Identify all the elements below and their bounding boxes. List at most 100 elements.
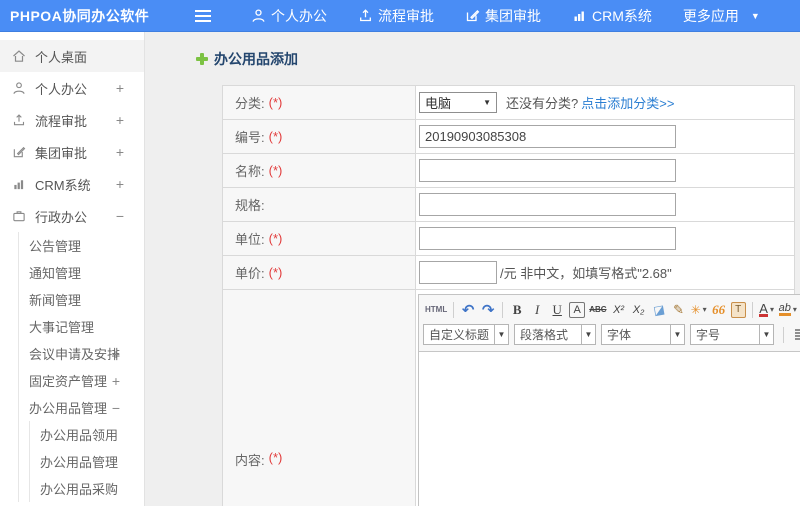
paragraph-format-dropdown[interactable]: 段落格式 ▼	[514, 324, 596, 345]
paste-table-button[interactable]: T	[730, 301, 746, 318]
content-label: 内容: (*)	[223, 290, 416, 506]
toolbar-separator	[751, 301, 753, 318]
font-border-button[interactable]: A	[569, 301, 586, 318]
sidebar-item-notice-mgmt[interactable]: 通知管理	[19, 259, 144, 286]
topnav-personal-office[interactable]: 个人办公	[245, 0, 333, 32]
topnav-more-apps[interactable]: 更多应用 ▼	[677, 0, 766, 32]
category-select[interactable]: 电脑 ▼	[419, 92, 497, 113]
superscript-button[interactable]: X²	[609, 300, 629, 320]
user-icon	[252, 9, 265, 22]
edit-square-icon	[466, 9, 480, 22]
hamburger-menu-icon[interactable]	[195, 14, 211, 17]
spec-label: 规格:	[223, 188, 416, 221]
topnav-label: 集团审批	[485, 7, 541, 24]
app-logo: PHPOA协同办公软件	[10, 7, 150, 24]
form-row-spec: 规格:	[223, 188, 794, 222]
topnav-label: 更多应用	[682, 7, 739, 24]
sidebar-item-supplies-manage[interactable]: 办公用品管理	[30, 448, 144, 475]
sidebar-item-workflow-approval[interactable]: 流程审批 +	[0, 104, 144, 136]
editor-toolbar-row1: HTML ↶ ↷ B I U A ABC X² X₂ ◪ ✎ ✳ ▾ 66 T A…	[423, 297, 800, 322]
sidebar-item-office-supplies-mgmt[interactable]: 办公用品管理 −	[19, 394, 144, 421]
topnav-workflow-approval[interactable]: 流程审批	[352, 0, 440, 32]
unit-input[interactable]	[419, 227, 676, 250]
edit-square-icon	[13, 146, 26, 158]
expand-plus-icon: +	[115, 80, 124, 96]
highlight-icon: ab	[778, 302, 791, 316]
category-label: 分类: (*)	[223, 86, 416, 119]
sidebar-item-personal-desktop[interactable]: 个人桌面	[0, 40, 144, 72]
admin-office-submenu: 公告管理 通知管理 新闻管理 大事记管理 会议申请及安排 + 固定资产管理 + 办公…	[18, 232, 144, 502]
sidebar-item-news-mgmt[interactable]: 新闻管理	[19, 286, 144, 313]
briefcase-icon	[13, 211, 25, 222]
category-select-value: 电脑	[425, 96, 452, 111]
home-icon	[13, 50, 25, 62]
custom-title-dropdown[interactable]: 自定义标题 ▼	[423, 324, 509, 345]
toolbar-separator	[502, 301, 504, 318]
sidebar-item-crm-system[interactable]: CRM系统 +	[0, 168, 144, 200]
sidebar-item-announcement-mgmt[interactable]: 公告管理	[19, 232, 144, 259]
office-supplies-submenu: 办公用品领用 办公用品管理 办公用品采购	[29, 421, 144, 502]
italic-button[interactable]: I	[527, 300, 547, 320]
html-source-button[interactable]: HTML	[423, 300, 449, 320]
blockquote-button[interactable]: 66	[709, 300, 729, 320]
redo-button[interactable]: ↷	[478, 300, 498, 320]
spec-input[interactable]	[419, 193, 676, 216]
topnav-crm-system[interactable]: CRM系统	[566, 0, 658, 32]
sub-item-label: 通知管理	[29, 266, 82, 281]
price-input[interactable]	[419, 261, 497, 284]
main-content: 办公用品添加 分类: (*) 电脑 ▼ 还没有分类? 点击添加分类>> 编号: (*…	[145, 32, 800, 506]
code-label: 编号: (*)	[223, 120, 416, 153]
sidebar-item-meeting-request[interactable]: 会议申请及安排 +	[19, 340, 144, 367]
sub-item-label: 公告管理	[29, 239, 82, 254]
sidebar-item-label: 个人桌面	[35, 49, 88, 65]
sidebar-item-supplies-purchase[interactable]: 办公用品采购	[30, 475, 144, 502]
form-row-unit: 单位: (*)	[223, 222, 794, 256]
form-row-code: 编号: (*)	[223, 120, 794, 154]
expand-plus-icon: +	[111, 345, 120, 362]
topnav-group-approval[interactable]: 集团审批	[459, 0, 547, 32]
user-icon	[13, 82, 25, 94]
font-color-button[interactable]: A ▾	[757, 300, 777, 320]
remove-format-button[interactable]: ◪	[647, 298, 670, 321]
sidebar-item-label: 个人办公	[35, 81, 88, 97]
sidebar-item-label: 行政办公	[35, 209, 88, 225]
page-title-text: 办公用品添加	[214, 51, 298, 67]
caret-down-icon: ▼	[581, 325, 595, 344]
align-left-button[interactable]	[791, 325, 800, 345]
expand-plus-icon: +	[111, 372, 120, 389]
format-brush-button[interactable]: ✎	[669, 300, 689, 320]
sidebar-item-personal-office[interactable]: 个人办公 +	[0, 72, 144, 104]
sidebar-item-events-mgmt[interactable]: 大事记管理	[19, 313, 144, 340]
font-family-dropdown[interactable]: 字体 ▼	[601, 324, 685, 345]
highlight-button[interactable]: ab ▾	[777, 300, 799, 320]
font-size-dropdown[interactable]: 字号 ▼	[690, 324, 774, 345]
required-mark: (*)	[268, 129, 283, 144]
sidebar-item-admin-office[interactable]: 行政办公 −	[0, 200, 144, 232]
editor-content-area[interactable]	[419, 351, 800, 506]
subscript-button[interactable]: X₂	[629, 300, 649, 320]
caret-down-icon: ▼	[750, 10, 760, 21]
sidebar-item-fixed-assets-mgmt[interactable]: 固定资产管理 +	[19, 367, 144, 394]
align-left-icon	[794, 329, 800, 340]
sub-item-label: 办公用品管理	[29, 401, 108, 416]
unit-label: 单位: (*)	[223, 222, 416, 255]
underline-button[interactable]: U	[547, 300, 567, 320]
form-row-category: 分类: (*) 电脑 ▼ 还没有分类? 点击添加分类>>	[223, 86, 794, 120]
bold-button[interactable]: B	[507, 300, 527, 320]
doodle-button[interactable]: ✳ ▾	[689, 300, 709, 320]
expand-plus-icon: +	[115, 112, 124, 128]
editor-toolbar: HTML ↶ ↷ B I U A ABC X² X₂ ◪ ✎ ✳ ▾ 66 T A…	[419, 295, 800, 349]
toolbar-separator	[783, 326, 784, 343]
page-title: 办公用品添加	[196, 49, 298, 69]
sub-item-label: 大事记管理	[29, 320, 95, 335]
sidebar-item-supplies-issue[interactable]: 办公用品领用	[30, 421, 144, 448]
caret-down-icon: ▾	[769, 305, 774, 314]
code-input[interactable]	[419, 125, 676, 148]
undo-button[interactable]: ↶	[458, 300, 478, 320]
caret-down-icon: ▼	[670, 325, 684, 344]
required-mark: (*)	[268, 450, 283, 465]
name-input[interactable]	[419, 159, 676, 182]
strikethrough-button[interactable]: ABC	[587, 300, 608, 320]
add-category-link[interactable]: 点击添加分类>>	[581, 93, 674, 112]
sidebar-item-group-approval[interactable]: 集团审批 +	[0, 136, 144, 168]
